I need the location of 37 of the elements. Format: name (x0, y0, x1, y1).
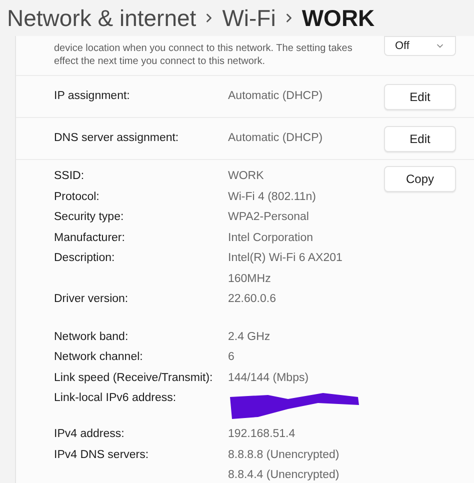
property-value: 22.60.0.6 (228, 292, 276, 307)
property-value: 192.168.51.4 (228, 427, 296, 442)
action-button[interactable]: Edit (384, 126, 456, 152)
property-value: 144/144 (Mbps) (228, 370, 309, 386)
setting-value: Automatic (DHCP) (228, 130, 323, 146)
property-label: Description: (54, 251, 116, 266)
property-label: Protocol: (54, 190, 100, 204)
property-label: Network band: (54, 330, 130, 344)
property-label: Network channel: (54, 350, 144, 365)
property-label: IPv4 address: (54, 427, 126, 442)
property-value: 8.8.4.4 (Unencrypted) (228, 468, 340, 483)
property-value: 2.4 GHz (228, 330, 270, 344)
setting-label: IP assignment: (54, 88, 131, 104)
breadcrumb[interactable]: Network & internet (7, 0, 196, 36)
property-value: WORK (228, 169, 264, 184)
dropdown[interactable]: Off (384, 36, 456, 56)
breadcrumb: WORK (302, 4, 375, 33)
property-value: 8.8.8.8 (Unencrypted) (228, 448, 340, 462)
setting-label: DNS server assignment: (54, 130, 180, 146)
breadcrumb[interactable]: Wi-Fi (222, 0, 276, 36)
action-button[interactable]: Edit (384, 84, 456, 110)
property-label: Driver version: (54, 292, 130, 307)
property-value: Intel Corporation (228, 230, 314, 246)
property-value: 6 (228, 350, 234, 365)
property-value: WPA2-Personal (228, 210, 309, 225)
property-label: Security type: (54, 210, 125, 225)
property-value: Wi-Fi 4 (802.11n) (228, 190, 316, 204)
property-label: Link speed (Receive/Transmit): (54, 370, 214, 386)
property-label: Link-local IPv6 address: (54, 391, 178, 406)
action-button[interactable]: Copy (384, 166, 456, 192)
property-value: 160MHz (228, 272, 272, 286)
setting-description: device location when you connect to this network. The setting takes effect the next time you connect to this network. (54, 42, 354, 68)
property-label: Manufacturer: (54, 230, 126, 246)
setting-value: Automatic (DHCP) (228, 88, 323, 104)
property-label: IPv4 DNS servers: (54, 448, 150, 462)
property-value: Intel(R) Wi-Fi 6 AX201 (228, 251, 342, 266)
property-label: SSID: (54, 169, 86, 184)
